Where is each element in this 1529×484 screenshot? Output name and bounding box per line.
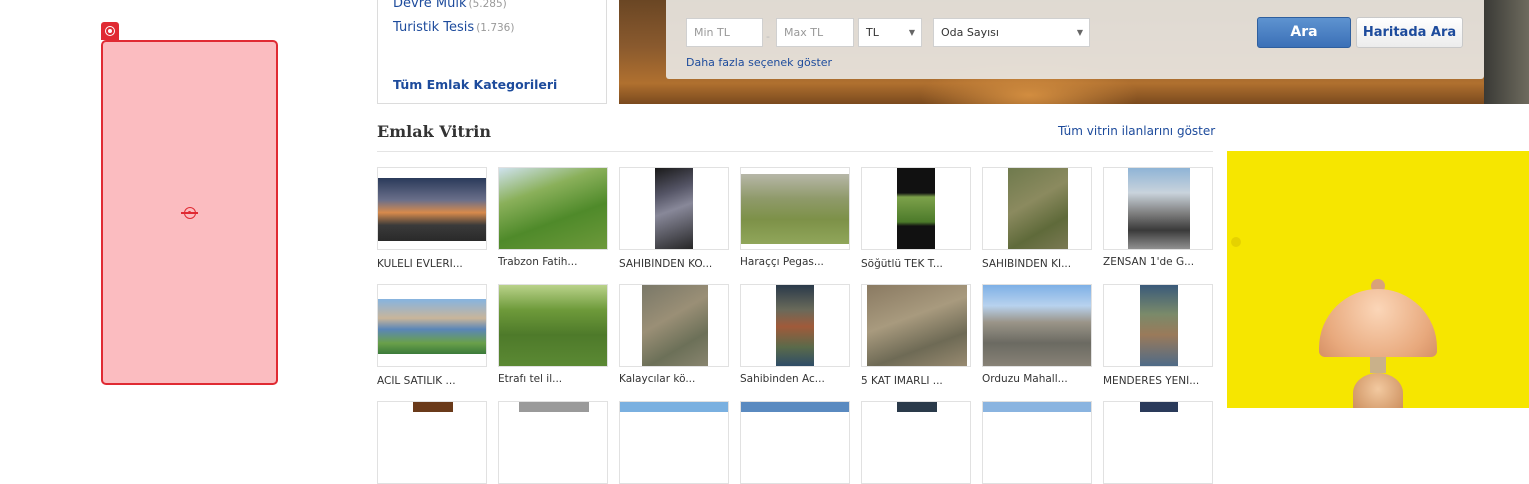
listing-photo xyxy=(741,402,849,412)
listing-title[interactable]: SAHİBİNDEN KO... xyxy=(619,258,729,270)
listing-photo xyxy=(983,285,1091,366)
crosshair-icon xyxy=(181,207,198,219)
search-button[interactable]: Ara xyxy=(1257,17,1351,48)
listing-thumb[interactable] xyxy=(982,401,1092,484)
right-ad-banner[interactable] xyxy=(1227,151,1529,408)
listing-thumb[interactable] xyxy=(377,284,487,367)
listing-photo xyxy=(1008,168,1068,249)
listing-title[interactable]: Haraççı Pegas... xyxy=(740,256,850,268)
listing-thumb[interactable] xyxy=(498,284,608,367)
listing-photo xyxy=(867,285,967,366)
listing-photo xyxy=(378,178,486,241)
category-list: Devre Mülk (5.285) Turistik Tesis (1.736) … xyxy=(377,0,607,104)
listing-thumb[interactable] xyxy=(619,284,729,367)
listing-thumb[interactable] xyxy=(861,284,971,367)
currency-select[interactable]: TL ▼ xyxy=(858,18,922,47)
listing-thumb[interactable] xyxy=(740,284,850,367)
all-categories-link[interactable]: Tüm Emlak Kategorileri xyxy=(393,77,557,92)
hero-edge xyxy=(1484,0,1529,104)
lamp-image xyxy=(1370,357,1386,373)
category-count: (5.285) xyxy=(468,0,507,10)
listing-photo xyxy=(983,402,1091,412)
listing-photo xyxy=(897,168,935,249)
listing-thumb[interactable] xyxy=(377,401,487,484)
map-search-button[interactable]: Haritada Ara xyxy=(1356,17,1463,48)
listing-thumb[interactable] xyxy=(619,167,729,250)
category-label: Devre Mülk xyxy=(393,0,467,11)
vitrin-title: Emlak Vitrin xyxy=(377,122,491,141)
dropdown-arrow-icon: ▼ xyxy=(1076,28,1083,37)
listing-title[interactable]: MENDERES YENİ... xyxy=(1103,375,1213,387)
listing-thumb[interactable] xyxy=(861,401,971,484)
currency-value: TL xyxy=(866,26,879,39)
min-price-input[interactable]: Min TL xyxy=(686,18,763,47)
category-item-devre-mulk[interactable]: Devre Mülk (5.285) xyxy=(393,0,507,11)
vitrin-show-all-link[interactable]: Tüm vitrin ilanlarını göster xyxy=(1058,124,1215,138)
dropdown-arrow-icon: ▼ xyxy=(908,28,915,37)
listing-thumb[interactable] xyxy=(377,167,487,250)
listing-title[interactable]: Etrafı tel il... xyxy=(498,373,608,385)
listing-title[interactable]: Orduzu Mahall... xyxy=(982,373,1092,385)
listing-title[interactable]: Trabzon Fatih... xyxy=(498,256,608,268)
listing-title[interactable]: ZENSAN 1'de G... xyxy=(1103,256,1213,268)
divider xyxy=(377,151,1213,152)
listing-photo xyxy=(499,168,607,249)
listing-title[interactable]: Sahibinden Ac... xyxy=(740,373,850,385)
ad-badge-icon xyxy=(101,22,119,40)
listing-photo xyxy=(1140,402,1178,412)
listing-photo xyxy=(642,285,708,366)
category-count: (1.736) xyxy=(476,22,515,34)
category-label: Turistik Tesis xyxy=(393,20,475,35)
category-item-turistik-tesis[interactable]: Turistik Tesis (1.736) xyxy=(393,20,514,35)
listing-thumb[interactable] xyxy=(740,167,850,250)
listing-photo xyxy=(620,402,728,412)
listing-title[interactable]: 5 KAT İMARLI ... xyxy=(861,375,971,387)
lamp-image xyxy=(1319,289,1437,357)
listing-photo xyxy=(519,402,589,412)
range-dash: - xyxy=(766,30,770,43)
listing-title[interactable]: SAHİBİNDEN Kİ... xyxy=(982,258,1092,270)
listing-thumb[interactable] xyxy=(982,284,1092,367)
max-price-input[interactable]: Max TL xyxy=(776,18,854,47)
rooms-select[interactable]: Oda Sayısı ▼ xyxy=(933,18,1090,47)
listing-photo xyxy=(1140,285,1178,366)
listing-thumb[interactable] xyxy=(619,401,729,484)
listing-thumb[interactable] xyxy=(1103,284,1213,367)
listing-photo xyxy=(897,402,937,412)
listing-thumb[interactable] xyxy=(1103,167,1213,250)
rooms-value: Oda Sayısı xyxy=(941,26,999,39)
listing-thumb[interactable] xyxy=(861,167,971,250)
listing-thumb[interactable] xyxy=(498,167,608,250)
listing-photo xyxy=(413,402,453,412)
listing-photo xyxy=(499,285,607,366)
listing-photo xyxy=(741,174,849,244)
listing-photo xyxy=(776,285,814,366)
listing-title[interactable]: Söğütlü TEK T... xyxy=(861,258,971,270)
listing-photo xyxy=(655,168,693,249)
listing-photo xyxy=(1128,168,1190,249)
listing-title[interactable]: ACİL SATILIK ... xyxy=(377,375,487,387)
listing-thumb[interactable] xyxy=(1103,401,1213,484)
listing-photo xyxy=(378,299,486,354)
listing-title[interactable]: Kalaycılar kö... xyxy=(619,373,729,385)
more-options-link[interactable]: Daha fazla seçenek göster xyxy=(686,56,832,69)
lamp-image xyxy=(1353,373,1403,408)
listing-thumb[interactable] xyxy=(740,401,850,484)
listing-title[interactable]: KULELİ EVLERİ... xyxy=(377,258,487,270)
listing-thumb[interactable] xyxy=(982,167,1092,250)
listing-thumb[interactable] xyxy=(498,401,608,484)
